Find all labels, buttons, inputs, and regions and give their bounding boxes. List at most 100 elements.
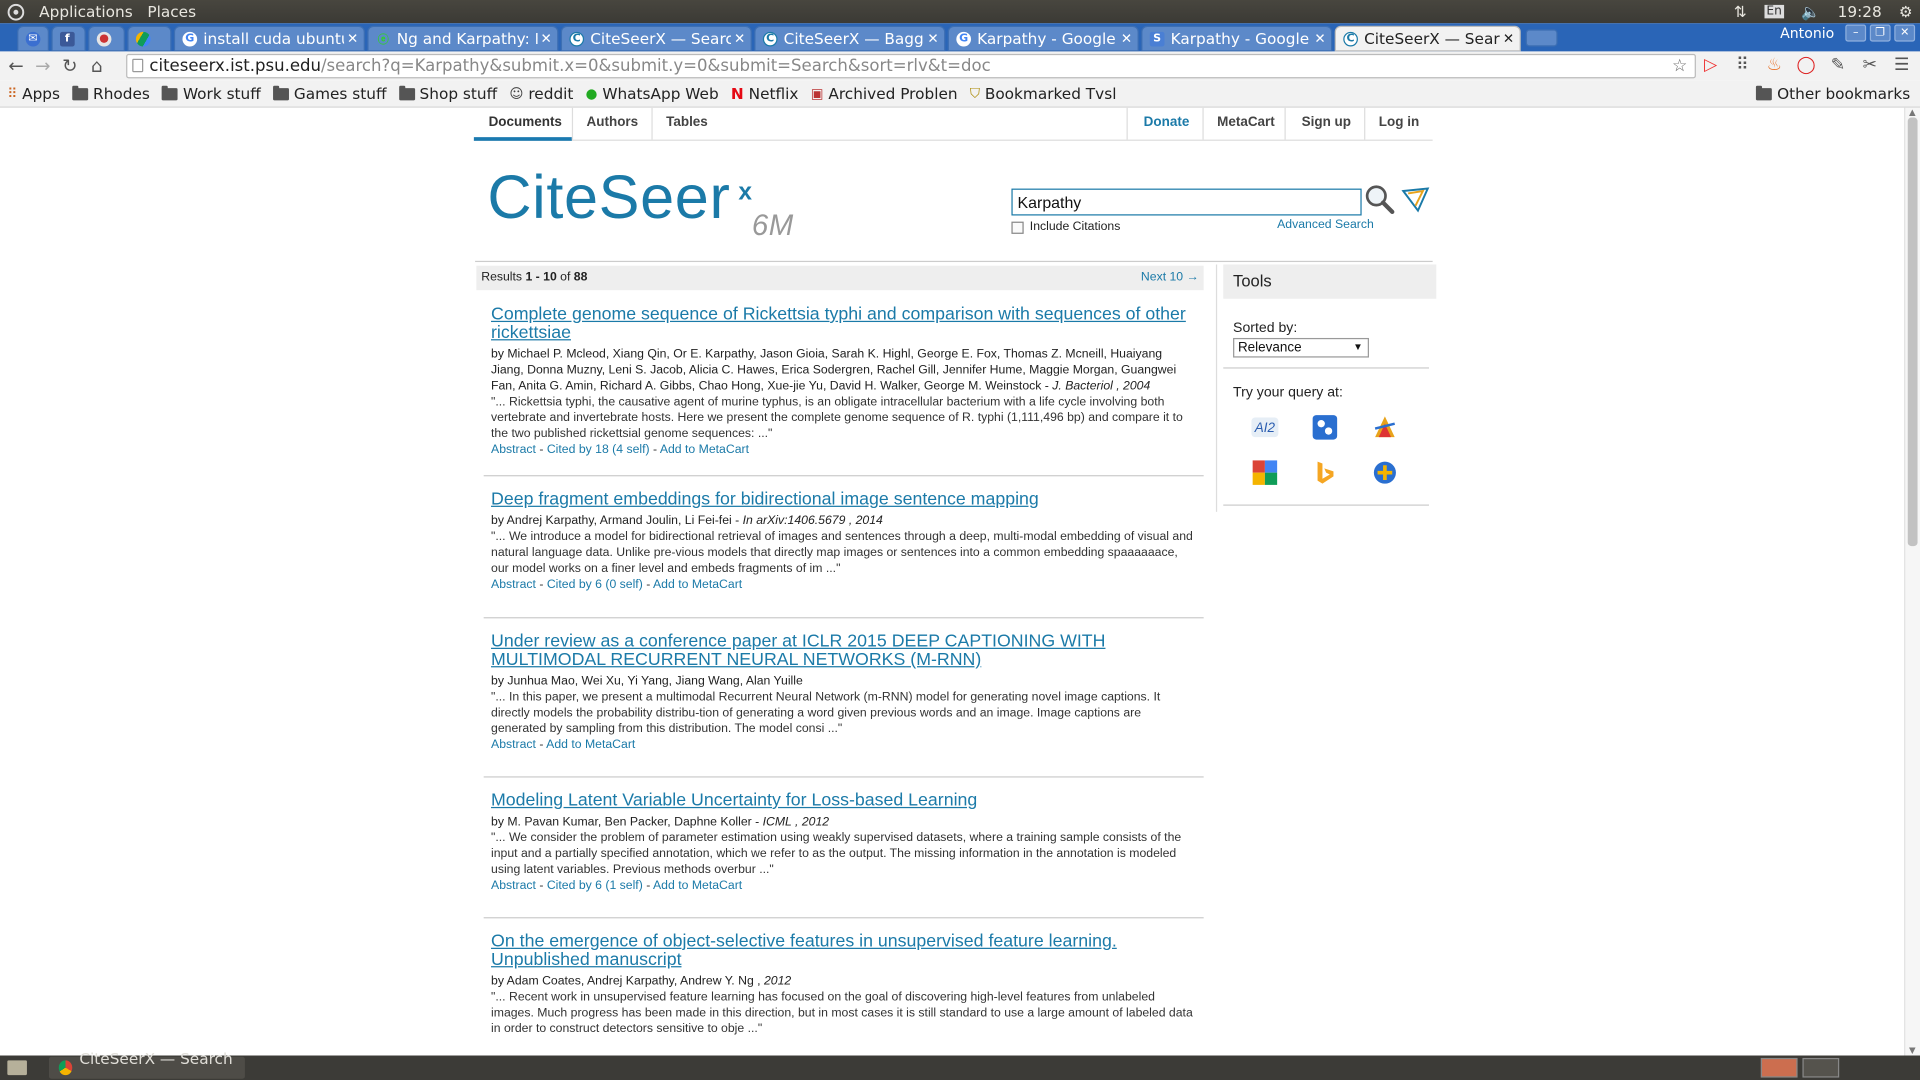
show-desktop-icon[interactable] [7, 1060, 27, 1076]
nav-login[interactable]: Log in [1379, 115, 1419, 130]
add-to-metacart-link[interactable]: Add to MetaCart [660, 443, 749, 456]
ai2-icon[interactable]: AI2 [1250, 413, 1279, 442]
bookmark-netflix[interactable]: N Netflix [731, 84, 799, 102]
dblp-icon[interactable] [1370, 458, 1399, 487]
nav-metacart[interactable]: MetaCart [1217, 115, 1275, 130]
tab-drive[interactable] [127, 25, 172, 52]
opera-extension-icon[interactable]: ◯ [1795, 54, 1817, 76]
add-to-metacart-link[interactable]: Add to MetaCart [653, 879, 742, 892]
bing-icon[interactable] [1310, 458, 1339, 487]
minimize-icon[interactable]: – [1845, 24, 1867, 42]
adblock-extension-icon[interactable]: ✎ [1827, 54, 1849, 76]
tab-close-icon[interactable]: ✕ [1500, 31, 1517, 47]
search-icon[interactable] [1364, 184, 1396, 216]
tab-facebook[interactable]: f [51, 25, 86, 52]
nav-documents[interactable]: Documents [489, 115, 562, 130]
next-10-link[interactable]: Next 10 → [1141, 271, 1199, 284]
chrome-menu-icon[interactable]: ☰ [1891, 54, 1913, 76]
citeseerx-logo[interactable]: CiteSeer x 6M [487, 167, 793, 243]
scroll-up-arrow-icon[interactable]: ▲ [1909, 108, 1916, 118]
abstract-link[interactable]: Abstract [491, 578, 536, 591]
clock[interactable]: 19:28 [1838, 2, 1882, 20]
back-arrow-icon[interactable]: ← [2, 53, 29, 80]
advanced-search-link[interactable]: Advanced Search [1277, 218, 1374, 231]
extension-x-icon[interactable]: ✂ [1859, 54, 1881, 76]
maximize-icon[interactable]: ❐ [1869, 24, 1891, 42]
abstract-link[interactable]: Abstract [491, 879, 536, 892]
home-icon[interactable]: ⌂ [83, 53, 110, 80]
citeseer-engine-icon[interactable] [1310, 413, 1339, 442]
include-citations-checkbox[interactable] [1011, 221, 1024, 234]
nav-authors[interactable]: Authors [587, 115, 639, 130]
taskbar-window-citeseerx[interactable]: CiteSeerX — Search ... [48, 1049, 245, 1080]
new-tab-button[interactable] [1525, 29, 1558, 47]
volume-icon[interactable]: 🔈 [1801, 2, 1820, 22]
tab-karpathy-google-search[interactable]: GKarpathy - Google Se✕ [947, 25, 1139, 52]
settings-gear-icon[interactable]: ⚙ [1899, 2, 1913, 20]
result-title-link[interactable]: On the emergence of object-selective fea… [491, 932, 1196, 970]
ubuntu-logo-icon[interactable] [7, 3, 25, 20]
tab-close-icon[interactable]: ✕ [1118, 31, 1135, 47]
play-extension-icon[interactable]: ▷ [1700, 54, 1722, 76]
bookmark-archived-problems[interactable]: ▣ Archived Problen [811, 84, 958, 102]
workspace-2[interactable] [1802, 1057, 1840, 1078]
tab-citeseerx-bagging[interactable]: CCiteSeerX — Bagging✕ [754, 25, 946, 52]
cited-by-link[interactable]: Cited by 6 (0 self) [547, 578, 643, 591]
bookmark-folder-shop[interactable]: Shop stuff [398, 84, 497, 103]
workspace-1[interactable] [1760, 1057, 1798, 1078]
tab-app[interactable]: ● [88, 25, 125, 52]
tab-close-icon[interactable]: ✕ [538, 31, 555, 47]
bookmark-folder-games[interactable]: Games stuff [273, 84, 386, 103]
result-title-link[interactable]: Modeling Latent Variable Uncertainty for… [491, 792, 1196, 810]
bookmark-bookmarked-tvsl[interactable]: ⛉ Bookmarked Tvsl [970, 84, 1117, 102]
tab-mail[interactable]: ✉ [17, 25, 49, 52]
result-title-link[interactable]: Complete genome sequence of Rickettsia t… [491, 306, 1196, 343]
forward-arrow-icon[interactable]: → [29, 53, 56, 80]
result-title-link[interactable]: Deep fragment embeddings for bidirection… [491, 490, 1196, 509]
tab-citeseerx-search-1[interactable]: CCiteSeerX — Search R✕ [560, 25, 752, 52]
bookmark-reddit[interactable]: ☺ reddit [509, 84, 573, 102]
sort-select[interactable]: Relevance ▼ [1233, 337, 1369, 358]
close-window-icon[interactable]: ✕ [1894, 24, 1916, 42]
tab-ng-karpathy[interactable]: ⓔ Ng and Karpathy: Fir ✕ [367, 25, 559, 52]
google-icon[interactable] [1250, 458, 1279, 487]
cited-by-link[interactable]: Cited by 6 (1 self) [547, 879, 643, 892]
bookmark-star-icon[interactable]: ☆ [1672, 55, 1687, 77]
cited-by-link[interactable]: Cited by 18 (4 self) [547, 443, 650, 456]
bookmark-whatsapp[interactable]: ● WhatsApp Web [586, 84, 719, 102]
add-to-metacart-link[interactable]: Add to MetaCart [546, 738, 635, 751]
page-scrollbar[interactable]: ▲ ▼ [1904, 107, 1920, 1056]
apps-grid-icon[interactable]: ⠿ [1731, 54, 1753, 76]
visualization-icon[interactable] [1401, 186, 1430, 213]
result-title-link[interactable]: Under review as a conference paper at IC… [491, 632, 1196, 670]
nav-tables[interactable]: Tables [666, 115, 708, 130]
scrollbar-thumb[interactable] [1907, 117, 1918, 547]
nav-donate[interactable]: Donate [1144, 115, 1190, 130]
bookmark-apps[interactable]: ⠿ Apps [7, 84, 60, 102]
bookmark-folder-work[interactable]: Work stuff [162, 84, 261, 103]
tab-karpathy-google-scholar[interactable]: SKarpathy - Google Sc✕ [1141, 25, 1333, 52]
keyboard-layout-indicator[interactable]: En [1763, 4, 1785, 19]
fire-extension-icon[interactable]: ♨ [1763, 54, 1785, 76]
tab-install-cuda[interactable]: Ginstall cuda ubuntu ✕ [173, 25, 365, 52]
tab-close-icon[interactable]: ✕ [1311, 31, 1328, 47]
csb-icon[interactable] [1370, 413, 1399, 442]
page-info-icon[interactable] [132, 58, 144, 73]
tab-close-icon[interactable]: ✕ [731, 31, 748, 47]
include-citations-option[interactable]: Include Citations [1011, 220, 1120, 234]
bookmark-folder-rhodes[interactable]: Rhodes [72, 84, 150, 103]
network-icon[interactable]: ⇅ [1734, 2, 1747, 20]
places-menu[interactable]: Places [147, 2, 196, 20]
applications-menu[interactable]: Applications [39, 2, 133, 20]
abstract-link[interactable]: Abstract [491, 738, 536, 751]
tab-close-icon[interactable]: ✕ [924, 31, 941, 47]
tab-citeseerx-search-active[interactable]: CCiteSeerX — Search R✕ [1334, 25, 1521, 52]
nav-signup[interactable]: Sign up [1302, 115, 1351, 130]
abstract-link[interactable]: Abstract [491, 443, 536, 456]
add-to-metacart-link[interactable]: Add to MetaCart [653, 578, 742, 591]
scroll-down-arrow-icon[interactable]: ▼ [1909, 1046, 1916, 1056]
search-input[interactable] [1011, 188, 1362, 216]
address-bar[interactable]: citeseerx.ist.psu.edu/search?q=Karpathy&… [126, 53, 1696, 79]
reload-icon[interactable]: ↻ [56, 53, 83, 80]
tab-close-icon[interactable]: ✕ [344, 31, 361, 47]
